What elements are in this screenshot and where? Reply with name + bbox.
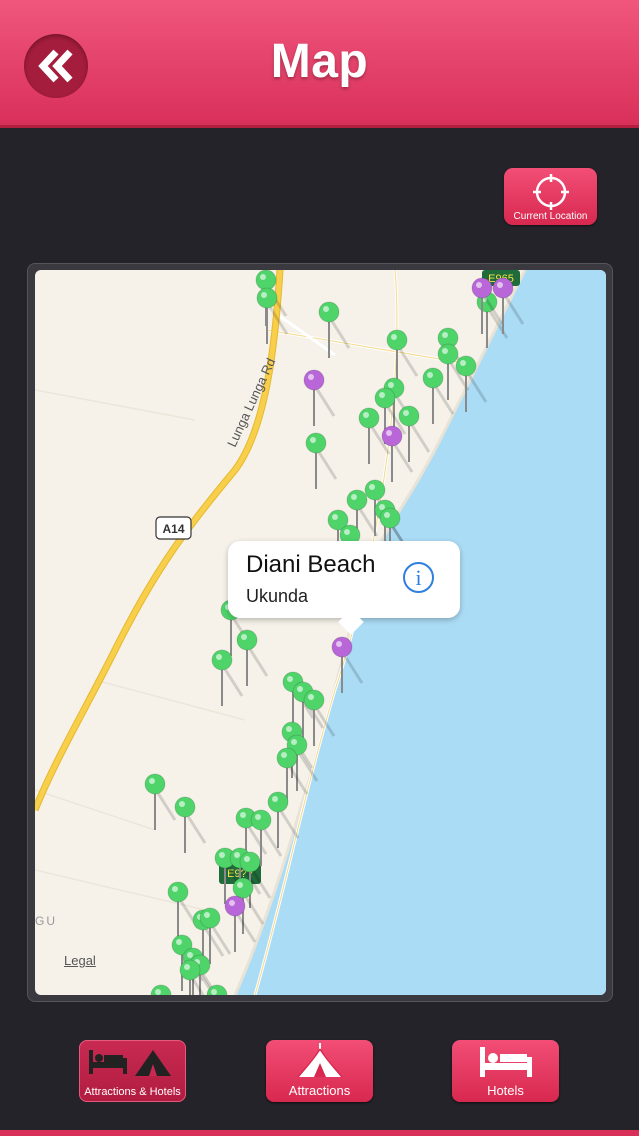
map-canvas: Lunga Lunga Rd A14 E965 E9?? GU — [35, 270, 606, 995]
map-view[interactable]: Lunga Lunga Rd A14 E965 E9?? GU — [35, 270, 606, 995]
bed-tent-icon — [89, 1050, 171, 1076]
attraction-pin[interactable] — [144, 773, 177, 830]
edge-label: GU — [35, 914, 57, 928]
attraction-pin[interactable] — [174, 796, 207, 853]
page-title: Map — [270, 35, 369, 88]
current-location-label: Current Location — [513, 211, 588, 222]
current-location-button[interactable]: Current Location — [504, 168, 597, 225]
bed-icon — [480, 1047, 532, 1077]
tent-icon — [297, 1043, 343, 1078]
tab-attractions-hotels-label: Attractions & Hotels — [84, 1086, 181, 1098]
tab-hotels[interactable]: Hotels — [452, 1040, 559, 1102]
hotel-pin[interactable] — [303, 369, 336, 426]
crosshair-icon — [533, 174, 569, 210]
callout-subtitle: Ukunda — [246, 586, 309, 606]
attraction-pin[interactable] — [167, 881, 200, 938]
road-label-a14: A14 — [162, 522, 184, 536]
attraction-pin[interactable] — [305, 432, 338, 489]
tab-attractions-label: Attractions — [288, 1083, 351, 1098]
attraction-pin[interactable] — [206, 984, 237, 995]
attraction-pin[interactable] — [150, 984, 181, 995]
attraction-pin[interactable] — [236, 629, 269, 686]
bottom-accent-bar — [0, 1130, 639, 1136]
attraction-pin[interactable] — [386, 329, 419, 386]
legal-link[interactable]: Legal — [64, 953, 96, 968]
attraction-pin[interactable] — [211, 649, 244, 706]
tab-hotels-label: Hotels — [487, 1083, 524, 1098]
tab-attractions-hotels[interactable]: Attractions & Hotels — [79, 1040, 186, 1102]
tab-attractions[interactable]: Attractions — [266, 1040, 373, 1102]
info-icon[interactable]: i — [403, 562, 434, 593]
attraction-pin[interactable] — [318, 301, 351, 358]
ocean — [235, 270, 606, 995]
callout-title: Diani Beach — [246, 551, 376, 578]
map-callout[interactable]: Diani Beach Ukunda i — [228, 541, 460, 635]
app-header: Map — [0, 0, 639, 128]
